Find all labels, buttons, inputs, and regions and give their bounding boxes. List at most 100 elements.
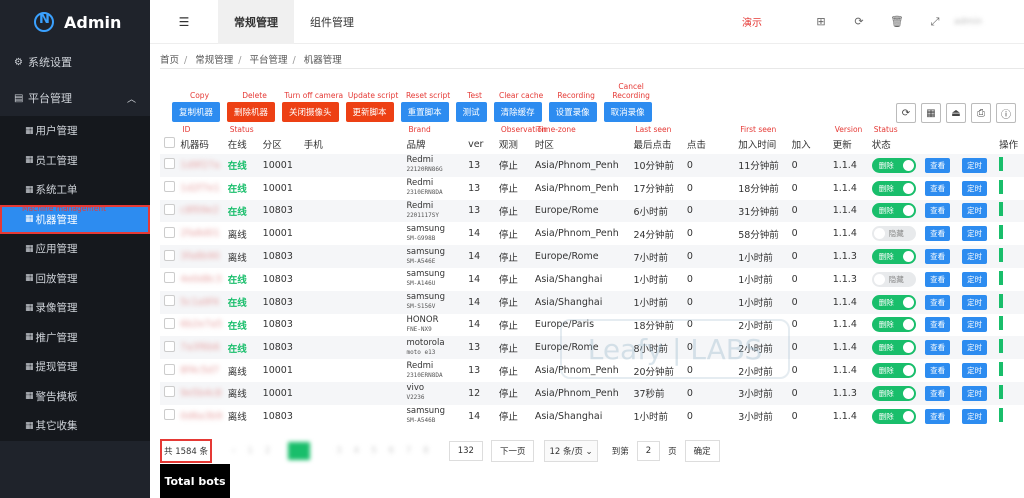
sidebar-item[interactable]: ▦ 回放管理 [0, 264, 150, 294]
toolbar-button[interactable]: 更新脚本 [345, 102, 394, 122]
action-button[interactable] [999, 179, 1004, 194]
header-cell[interactable]: 状态 Status [868, 125, 921, 154]
goto-input[interactable]: 2 [636, 441, 661, 461]
header-cell[interactable]: 更新 Version [829, 125, 868, 154]
refresh-icon[interactable]: ⟳ [840, 15, 878, 28]
header-cell[interactable] [958, 134, 995, 154]
tab-components[interactable]: 组件管理 [294, 0, 370, 44]
menu-platform-management[interactable]: ▤ 平台管理 ︿ [0, 80, 150, 116]
user-menu[interactable]: admin [954, 17, 1024, 27]
view-button[interactable]: 查看 [925, 271, 951, 287]
machine-id[interactable]: 5c1a9f4 [180, 297, 219, 308]
action-button[interactable] [999, 362, 1004, 377]
status-toggle[interactable]: 隐藏 [871, 226, 916, 242]
status-toggle[interactable]: 删除 [871, 363, 916, 379]
table-row[interactable]: 0d6a3b9 离线 10803 samsung SM-A546B 14 停止 Asia/Sh… [160, 405, 1024, 428]
crumb-general[interactable]: 常规管理 [195, 55, 233, 66]
status-toggle[interactable]: 隐藏 [871, 271, 916, 287]
view-button[interactable]: 查看 [925, 294, 951, 310]
table-row[interactable]: 1d2f7e1 在线 10001 Redmi 2310ERN8DA 13 停止 Asia/Ph… [160, 177, 1024, 200]
status-toggle[interactable]: 删除 [871, 408, 916, 424]
header-cell[interactable]: 时区 Time-zone [531, 125, 630, 154]
status-toggle[interactable]: 删除 [871, 203, 916, 219]
status-toggle[interactable]: 删除 [871, 340, 916, 356]
sidebar-item[interactable]: ▦ 其它收集 [0, 411, 150, 441]
tab-general[interactable]: 常规管理 [218, 0, 294, 44]
table-row[interactable]: 9e5b4c8 离线 10001 vivo V2236 12 停止 Asia/Phnom_Pe… [160, 381, 1024, 405]
table-row[interactable]: 7a3f6b6 在线 10803 motorola moto e13 13 停止 Europe… [160, 336, 1024, 360]
crumb-home[interactable]: 首页 [160, 55, 179, 66]
timer-button[interactable]: 定时 [962, 317, 988, 333]
row-checkbox[interactable] [164, 317, 175, 329]
app-brand[interactable]: Admin [0, 0, 150, 44]
table-row[interactable]: 5c1a9f4 在线 10803 samsung SM-S156V 14 停止 Asia/Sh… [160, 290, 1024, 314]
page-size-select[interactable]: 12 条/页 ⌄ [544, 440, 598, 462]
sidebar-item[interactable]: ▦ 提现管理 [0, 352, 150, 382]
info-icon[interactable]: ⓘ [996, 103, 1016, 123]
machine-id[interactable]: 3fa8b90 [180, 251, 219, 262]
view-button[interactable]: 查看 [925, 180, 951, 196]
machine-id[interactable]: c8f09e2 [180, 205, 219, 216]
timer-button[interactable]: 定时 [962, 249, 988, 265]
row-checkbox[interactable] [164, 272, 175, 284]
table-row[interactable]: 1d9f27a 在线 10001 Redmi 22120RN86G 13 停止 Asia/Ph… [160, 154, 1024, 177]
toolbar-button[interactable]: 设置录像 [548, 102, 597, 122]
timer-button[interactable]: 定时 [962, 203, 988, 219]
timer-button[interactable]: 定时 [962, 157, 988, 173]
timer-button[interactable]: 定时 [962, 363, 988, 379]
header-cell[interactable] [921, 134, 958, 154]
toolbar-button[interactable]: 清除缓存 [493, 102, 542, 122]
header-cell[interactable]: ver [464, 134, 495, 154]
machine-id[interactable]: 0d6a3b9 [180, 411, 222, 422]
view-button[interactable]: 查看 [925, 317, 951, 333]
action-button[interactable] [999, 316, 1004, 331]
confirm-button[interactable]: 确定 [684, 440, 720, 462]
view-button[interactable]: 查看 [925, 385, 951, 401]
view-button[interactable]: 查看 [925, 408, 951, 424]
header-cell[interactable]: 加入时间 First seen [734, 125, 787, 154]
header-cell[interactable]: 观测 Observation [495, 125, 547, 154]
export-icon[interactable]: ⏏ [946, 103, 966, 123]
view-button[interactable]: 查看 [925, 203, 951, 219]
row-checkbox[interactable] [164, 249, 175, 261]
status-toggle[interactable]: 删除 [871, 385, 916, 401]
page-current[interactable] [288, 442, 311, 460]
action-button[interactable] [999, 293, 1004, 308]
status-toggle[interactable]: 删除 [871, 317, 916, 333]
table-row[interactable]: 3fa8b90 离线 10803 samsung SM-A546E 14 停止 Europe/… [160, 245, 1024, 268]
demo-label[interactable]: 演示 [742, 14, 762, 29]
action-button[interactable] [999, 248, 1004, 263]
row-checkbox[interactable] [164, 181, 175, 193]
windows-icon[interactable]: ⊞ [802, 15, 840, 28]
row-checkbox[interactable] [164, 340, 175, 352]
status-toggle[interactable]: 删除 [871, 249, 916, 265]
action-button[interactable] [999, 339, 1004, 354]
machine-id[interactable]: 1d2f7e1 [180, 183, 219, 194]
select-all-checkbox[interactable] [164, 137, 175, 148]
row-checkbox[interactable] [164, 203, 175, 215]
timer-button[interactable]: 定时 [962, 385, 988, 401]
machine-id[interactable]: 4e0d8c3 [180, 274, 221, 285]
page-numbers[interactable]: ‹12 [232, 446, 282, 456]
menu-toggle-icon[interactable]: ☰ [150, 15, 218, 29]
refresh-icon[interactable]: ⟳ [896, 103, 916, 123]
print-icon[interactable]: ⎙ [971, 103, 991, 123]
columns-icon[interactable]: ▦ [921, 103, 941, 123]
toolbar-button[interactable]: 复制机器 [172, 102, 221, 122]
machine-id[interactable]: 1d9f27a [180, 160, 219, 171]
toolbar-button[interactable]: 删除机器 [227, 102, 276, 122]
sidebar-item[interactable]: ▦ 员工管理 [0, 146, 150, 176]
toolbar-button[interactable]: 取消录像 [603, 102, 652, 122]
row-checkbox[interactable] [164, 158, 175, 170]
header-cell[interactable]: 分区 [259, 134, 300, 154]
machine-id[interactable]: 2fa8d01 [180, 228, 219, 239]
status-toggle[interactable]: 删除 [871, 157, 916, 173]
sidebar-item[interactable]: ▦ 用户管理 [0, 116, 150, 146]
timer-button[interactable]: 定时 [962, 340, 988, 356]
table-row[interactable]: c8f09e2 在线 10803 Redmi 2201117SY 13 停止 Europe/R… [160, 199, 1024, 223]
header-cell[interactable]: 手机 [300, 134, 403, 154]
timer-button[interactable]: 定时 [962, 271, 988, 287]
table-row[interactable]: 6b2e7a5 在线 10803 HONOR FNE-NX9 14 停止 Europe/Par… [160, 314, 1024, 337]
table-row[interactable]: 8f4c5d7 离线 10001 Redmi 2310ERN8DA 13 停止 Asia/Ph… [160, 359, 1024, 382]
header-cell[interactable]: 在线 Status [224, 125, 259, 154]
